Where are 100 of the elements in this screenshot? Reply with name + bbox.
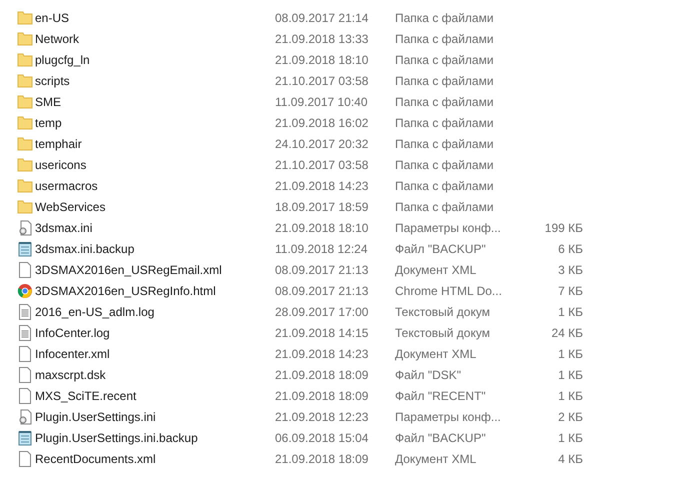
folder-icon — [16, 74, 32, 88]
file-type: Папка с файлами — [395, 200, 495, 214]
file-type: Файл "DSK" — [395, 368, 462, 382]
modified-date: 21.09.2018 13:33 — [275, 32, 370, 46]
modified-date: 21.10.2017 03:58 — [275, 158, 370, 172]
file-name[interactable]: scripts — [33, 74, 275, 88]
file-type: Папка с файлами — [395, 32, 495, 46]
file-type: Папка с файлами — [395, 158, 495, 172]
notepad-icon — [16, 240, 32, 256]
file-type: Папка с файлами — [395, 52, 495, 66]
modified-date: 11.09.2018 12:24 — [275, 242, 369, 256]
file-size: 4 КБ — [558, 452, 583, 466]
file-name[interactable]: temphair — [33, 136, 275, 150]
folder-icon — [16, 136, 32, 150]
modified-date: 21.09.2018 18:10 — [275, 220, 370, 234]
document-icon — [18, 450, 32, 466]
file-name[interactable]: WebServices — [33, 200, 275, 214]
modified-date: 24.10.2017 20:32 — [275, 136, 370, 150]
file-name[interactable]: Plugin.UserSettings.ini — [33, 410, 275, 424]
folder-icon — [16, 10, 32, 24]
file-name[interactable]: Plugin.UserSettings.ini.backup — [33, 430, 275, 444]
modified-date: 06.09.2018 15:04 — [275, 430, 370, 444]
modified-date: 21.09.2018 14:23 — [275, 346, 370, 360]
file-name[interactable]: Infocenter.xml — [33, 346, 275, 360]
folder-icon — [16, 158, 32, 172]
modified-date: 21.09.2018 18:09 — [275, 388, 370, 402]
file-name[interactable]: MXS_SciTE.recent — [33, 388, 275, 402]
file-type: Текстовый докум — [395, 326, 491, 340]
browser-icon — [16, 282, 32, 298]
file-name[interactable]: temp — [33, 116, 275, 130]
file-type: Папка с файлами — [395, 74, 495, 88]
text-file-icon — [18, 304, 32, 320]
file-size: 2 КБ — [558, 410, 583, 424]
file-type: Файл "BACKUP" — [395, 430, 487, 444]
modified-date: 11.09.2017 10:40 — [275, 94, 369, 108]
file-name[interactable]: 2016_en-US_adlm.log — [33, 304, 275, 318]
folder-icon — [16, 52, 32, 66]
file-size: 199 КБ — [544, 220, 583, 234]
file-name[interactable]: 3dsmax.ini — [33, 220, 275, 234]
file-type: Параметры конф... — [395, 220, 502, 234]
file-type: Папка с файлами — [395, 136, 495, 150]
file-name[interactable]: usermacros — [33, 178, 275, 192]
file-type: Файл "RECENT" — [395, 388, 487, 402]
file-name[interactable]: usericons — [33, 158, 275, 172]
file-type: Документ XML — [395, 346, 478, 360]
file-size: 6 КБ — [558, 242, 583, 256]
modified-date: 21.09.2018 14:23 — [275, 178, 370, 192]
file-type: Chrome HTML Do... — [395, 284, 503, 298]
modified-date: 21.09.2018 12:23 — [275, 410, 370, 424]
file-size: 1 КБ — [558, 368, 583, 382]
file-name[interactable]: SME — [33, 94, 275, 108]
modified-date: 21.09.2018 14:15 — [275, 326, 370, 340]
file-type: Папка с файлами — [395, 94, 495, 108]
file-size: 1 КБ — [558, 430, 583, 444]
file-size: 1 КБ — [558, 388, 583, 402]
modified-date: 08.09.2017 21:14 — [275, 10, 370, 24]
document-icon — [18, 388, 32, 404]
folder-icon — [16, 32, 32, 46]
file-type: Папка с файлами — [395, 116, 495, 130]
file-name[interactable]: RecentDocuments.xml — [33, 452, 275, 466]
file-size: 1 КБ — [558, 304, 583, 318]
modified-date: 21.09.2018 18:10 — [275, 52, 370, 66]
text-file-icon — [18, 324, 32, 340]
settings-file-icon — [16, 220, 32, 236]
file-type: Файл "BACKUP" — [395, 242, 487, 256]
folder-icon — [16, 94, 32, 108]
file-name[interactable]: 3DSMAX2016en_USRegInfo.html — [33, 284, 275, 298]
modified-date: 28.09.2017 17:00 — [275, 304, 370, 318]
file-name[interactable]: maxscrpt.dsk — [33, 368, 275, 382]
folder-icon — [16, 116, 32, 130]
modified-date: 21.09.2018 18:09 — [275, 368, 370, 382]
file-size: 1 КБ — [558, 346, 583, 360]
document-icon — [18, 262, 32, 278]
file-type: Документ XML — [395, 452, 478, 466]
modified-date: 08.09.2017 21:13 — [275, 284, 370, 298]
file-name[interactable]: plugcfg_ln — [33, 52, 275, 66]
file-name[interactable]: 3DSMAX2016en_USRegEmail.xml — [33, 262, 275, 276]
notepad-icon — [16, 430, 32, 446]
file-size: 7 КБ — [558, 284, 583, 298]
modified-date: 21.09.2018 18:09 — [275, 452, 370, 466]
modified-date: 08.09.2017 21:13 — [275, 262, 370, 276]
modified-date: 18.09.2017 18:59 — [275, 200, 370, 214]
document-icon — [18, 346, 32, 362]
file-name[interactable]: Network — [33, 32, 275, 46]
file-type: Документ XML — [395, 262, 478, 276]
file-type: Папка с файлами — [395, 178, 495, 192]
file-type: Папка с файлами — [395, 10, 495, 24]
file-type: Текстовый докум — [395, 304, 491, 318]
modified-date: 21.09.2018 16:02 — [275, 116, 370, 130]
file-name[interactable]: en-US — [33, 10, 275, 24]
settings-file-icon — [16, 408, 32, 424]
file-type: Параметры конф... — [395, 410, 502, 424]
file-name[interactable]: 3dsmax.ini.backup — [33, 242, 275, 256]
file-size: 24 КБ — [551, 326, 583, 340]
folder-icon — [16, 200, 32, 214]
file-name[interactable]: InfoCenter.log — [33, 326, 275, 340]
document-icon — [18, 366, 32, 382]
file-size: 3 КБ — [558, 262, 583, 276]
folder-icon — [16, 178, 32, 192]
modified-date: 21.10.2017 03:58 — [275, 74, 370, 88]
